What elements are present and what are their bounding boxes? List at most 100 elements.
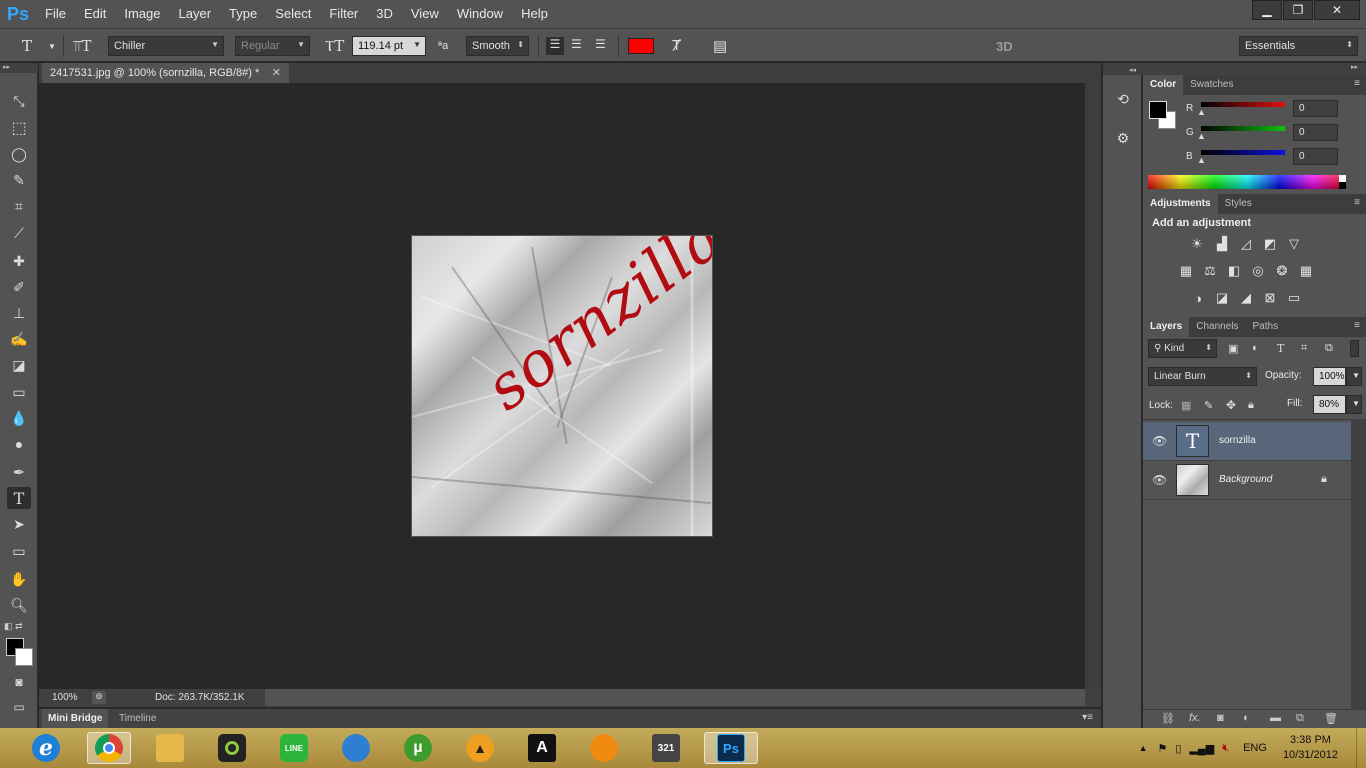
mask-icon[interactable]: ◙ <box>1217 712 1224 724</box>
type-tool-preset-icon[interactable]: T <box>22 37 32 55</box>
panel-menu-icon[interactable]: ≡ <box>1354 320 1360 331</box>
layers-scrollbar[interactable] <box>1351 419 1366 709</box>
explorer-icon[interactable] <box>150 732 190 764</box>
slider-handle-icon[interactable]: ▲ <box>1197 155 1206 165</box>
photo-filter-icon[interactable]: ◎ <box>1248 262 1268 280</box>
document-tab[interactable]: 2417531.jpg @ 100% (sornzilla, RGB/8#) *… <box>42 63 289 83</box>
filter-shape-icon[interactable]: ⌗ <box>1301 342 1307 355</box>
curves-icon[interactable]: ◿ <box>1236 235 1256 253</box>
menu-select[interactable]: Select <box>266 0 320 28</box>
globe-app-icon[interactable] <box>336 732 376 764</box>
channel-mixer-icon[interactable]: ❂ <box>1272 262 1292 280</box>
battery-icon[interactable]: ▯ <box>1175 742 1181 755</box>
lasso-tool-icon[interactable]: ◯ <box>7 143 31 165</box>
panel-menu-icon[interactable]: ▾≡ <box>1082 712 1093 723</box>
close-tab-icon[interactable]: ✕ <box>272 66 281 79</box>
horizontal-scrollbar[interactable] <box>265 689 1085 706</box>
canvas-text-layer[interactable]: sornzilla <box>472 236 712 424</box>
color-foreground-swatch[interactable] <box>1149 101 1167 119</box>
brush-tool-icon[interactable]: ✐ <box>7 276 31 298</box>
filter-pixel-icon[interactable]: ▣ <box>1228 342 1238 355</box>
show-hidden-icons[interactable]: ▲ <box>1139 743 1148 753</box>
align-right-icon[interactable]: ☰ <box>595 37 606 51</box>
shape-tool-icon[interactable]: ▭ <box>7 540 31 562</box>
visibility-eye-icon[interactable]: 👁︎ <box>1152 473 1167 487</box>
workspace-select[interactable]: Essentials ⬍ <box>1239 36 1358 56</box>
trash-icon[interactable]: 🗑︎ <box>1324 712 1338 725</box>
fill-field[interactable]: 80% <box>1313 395 1346 414</box>
eyedropper-tool-icon[interactable]: ⟋ <box>7 222 31 244</box>
hue-icon[interactable]: ▦ <box>1176 262 1196 280</box>
collapse-tools-icon[interactable]: ▸▸ <box>0 63 38 73</box>
type-tool-icon[interactable]: T <box>7 487 31 509</box>
color-balance-icon[interactable]: ⚖ <box>1200 262 1220 280</box>
blue-slider[interactable] <box>1201 150 1285 155</box>
chrome-icon[interactable] <box>87 732 131 764</box>
lock-all-icon[interactable]: 🔒︎ <box>1248 399 1254 412</box>
red-slider[interactable] <box>1201 102 1285 107</box>
character-panel-icon[interactable]: ▤ <box>713 37 727 55</box>
layer-filter-select[interactable]: ⚲ Kind ⬍ <box>1148 339 1217 358</box>
red-value-field[interactable]: 0 <box>1293 100 1338 117</box>
new-layer-icon[interactable]: ⧉ <box>1296 712 1304 725</box>
screen-mode-icon[interactable]: ▭ <box>7 696 31 718</box>
menu-view[interactable]: View <box>402 0 448 28</box>
history-panel-icon[interactable]: ⟲ <box>1113 89 1133 109</box>
menu-edit[interactable]: Edit <box>75 0 115 28</box>
adjustment-layer-icon[interactable]: ◐ <box>1243 712 1250 724</box>
background-color-swatch[interactable] <box>15 648 33 666</box>
posterize-icon[interactable]: ◪ <box>1212 289 1232 307</box>
panel-menu-icon[interactable]: ≡ <box>1354 197 1360 208</box>
blur-tool-icon[interactable]: 💧 <box>7 407 31 429</box>
lock-pixels-icon[interactable]: ✎ <box>1204 399 1213 412</box>
font-style-select[interactable]: Regular ▼ <box>235 36 310 56</box>
aimp-icon[interactable]: ▲ <box>460 732 500 764</box>
antialias-select[interactable]: Smooth ⬍ <box>466 36 529 56</box>
selective-color-icon[interactable]: ⊠ <box>1260 289 1280 307</box>
align-left-icon[interactable]: ☰ <box>546 37 564 55</box>
gradient-map-icon[interactable]: ▭ <box>1284 289 1304 307</box>
tab-mini-bridge[interactable]: Mini Bridge <box>42 709 109 728</box>
show-desktop-button[interactable] <box>1356 728 1366 768</box>
font-family-select[interactable]: Chiller ▼ <box>108 36 224 56</box>
utorrent-icon[interactable]: µ <box>398 732 438 764</box>
filter-smart-object-icon[interactable]: ⧉ <box>1325 342 1333 355</box>
healing-brush-tool-icon[interactable]: ✚ <box>7 250 31 272</box>
tab-color[interactable]: Color <box>1143 75 1184 95</box>
menu-filter[interactable]: Filter <box>320 0 367 28</box>
hand-tool-icon[interactable]: ✋ <box>7 568 31 590</box>
tab-layers[interactable]: Layers <box>1143 317 1190 337</box>
document-canvas[interactable]: sornzilla <box>412 236 712 536</box>
slider-handle-icon[interactable]: ▲ <box>1197 107 1206 117</box>
menu-image[interactable]: Image <box>115 0 169 28</box>
slider-handle-icon[interactable]: ▲ <box>1197 131 1206 141</box>
dodge-tool-icon[interactable]: ● <box>7 433 31 455</box>
green-slider[interactable] <box>1201 126 1285 131</box>
status-info-icon[interactable]: ⊚ <box>92 691 106 704</box>
blend-mode-select[interactable]: Linear Burn ⬍ <box>1148 367 1257 386</box>
network-signal-icon[interactable]: ▂▄▆ <box>1189 742 1214 755</box>
action-center-flag-icon[interactable]: ⚑ <box>1158 742 1168 755</box>
text-color-swatch[interactable] <box>628 38 654 54</box>
pen-tool-icon[interactable]: ✒ <box>7 461 31 483</box>
align-center-icon[interactable]: ☰ <box>571 37 582 51</box>
tab-paths[interactable]: Paths <box>1246 317 1286 337</box>
threshold-icon[interactable]: ◢ <box>1236 289 1256 307</box>
text-orientation-icon[interactable]: ⫪T <box>73 37 91 55</box>
gradient-tool-icon[interactable]: ▭ <box>7 381 31 403</box>
menu-file[interactable]: File <box>36 0 75 28</box>
lock-position-icon[interactable]: ✥ <box>1226 398 1236 412</box>
camera-app-icon[interactable] <box>212 732 252 764</box>
filter-type-icon[interactable]: T <box>1277 342 1284 355</box>
orange-app-icon[interactable] <box>584 732 624 764</box>
tab-timeline[interactable]: Timeline <box>115 709 160 728</box>
close-button[interactable]: ✕ <box>1314 0 1360 20</box>
link-icon[interactable]: ⛓ <box>1161 712 1175 725</box>
3d-mode-label[interactable]: 3D <box>996 39 1013 54</box>
menu-window[interactable]: Window <box>448 0 512 28</box>
crop-tool-icon[interactable]: ⌗ <box>7 195 31 217</box>
opacity-field[interactable]: 100% <box>1313 367 1346 386</box>
lock-transparency-icon[interactable]: ▦ <box>1181 399 1191 412</box>
marquee-tool-icon[interactable]: ⬚ <box>7 117 31 139</box>
filter-adjustment-icon[interactable]: ◐ <box>1252 342 1259 354</box>
